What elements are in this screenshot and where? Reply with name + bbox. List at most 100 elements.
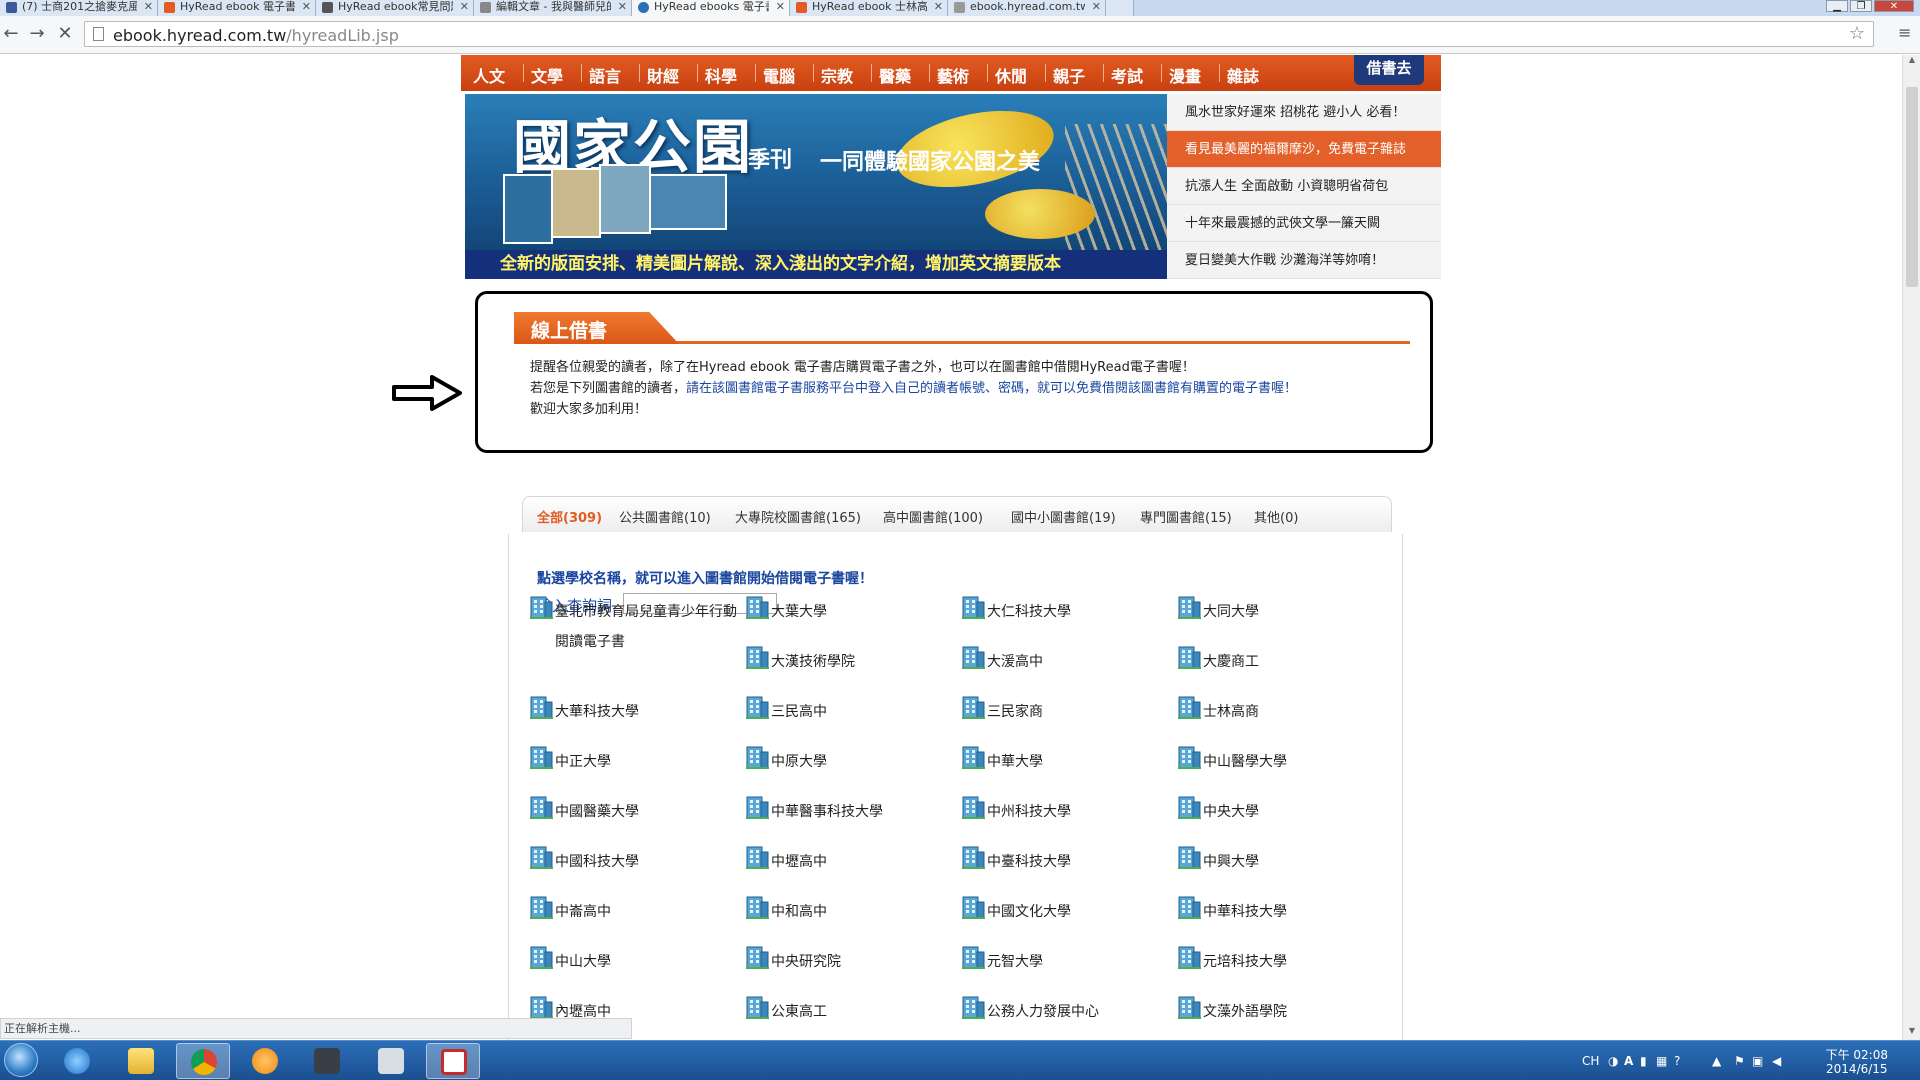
taskbar-app-active[interactable] <box>426 1043 480 1079</box>
library-item[interactable]: 中正大學 <box>528 743 738 779</box>
library-item[interactable]: 元智大學 <box>960 943 1170 979</box>
library-item[interactable]: 中華醫事科技大學 <box>744 793 954 829</box>
category-link[interactable]: 語言 <box>589 63 621 87</box>
taskbar-chrome[interactable] <box>176 1043 230 1079</box>
browser-tab[interactable]: HyRead ebook 士林高商 ✕ <box>790 0 948 16</box>
stop-loading-icon[interactable]: ✕ <box>54 24 76 46</box>
banner[interactable]: 國家公園 季刊 一同體驗國家公園之美 全新的版面安排、精美圖片解說、深入淺出的文… <box>465 94 1167 279</box>
library-item[interactable]: 中興大學 <box>1176 843 1386 879</box>
category-link[interactable]: 財經 <box>647 63 679 87</box>
browser-tab[interactable]: (7) 士商201之搶麥克風大 ✕ <box>0 0 158 16</box>
close-tab-icon[interactable]: ✕ <box>776 0 785 14</box>
category-link[interactable]: 親子 <box>1053 63 1085 87</box>
ime-pad-icon[interactable]: ▮ <box>1640 1055 1652 1067</box>
promo-link[interactable]: 風水世家好運來 招桃花 避小人 必看！ <box>1167 94 1441 131</box>
vertical-scrollbar[interactable]: ▲ ▼ <box>1902 55 1920 1040</box>
category-link[interactable]: 人文 <box>473 63 505 87</box>
library-item[interactable]: 中央大學 <box>1176 793 1386 829</box>
address-bar[interactable]: ebook.hyread.com.tw/hyreadLib.jsp ☆ <box>84 21 1874 47</box>
tab-special-library[interactable]: 專門圖書館(15) <box>1140 507 1232 526</box>
category-link[interactable]: 宗教 <box>821 63 853 87</box>
tab-other[interactable]: 其他(0) <box>1254 507 1298 526</box>
browser-tab[interactable]: HyRead ebook 電子書店 ✕ <box>158 0 316 16</box>
close-tab-icon[interactable]: ✕ <box>302 0 311 14</box>
taskbar-media-player[interactable] <box>238 1043 292 1079</box>
library-item[interactable]: 大華科技大學 <box>528 693 738 729</box>
library-item[interactable]: 大葉大學 <box>744 593 954 629</box>
browser-tab[interactable]: HyRead ebook常見問題 ✕ <box>316 0 474 16</box>
library-item[interactable]: 大同大學 <box>1176 593 1386 629</box>
taskbar-explorer[interactable] <box>114 1043 168 1079</box>
library-item[interactable]: 中國醫藥大學 <box>528 793 738 829</box>
new-tab-button[interactable] <box>1106 0 1134 16</box>
clock[interactable]: 下午 02:08 2014/6/15 <box>1826 1048 1888 1076</box>
scroll-up-icon[interactable]: ▲ <box>1903 55 1920 69</box>
restore-button[interactable]: ❐ <box>1850 0 1872 12</box>
promo-link-active[interactable]: 看見最美麗的福爾摩沙，免費電子雜誌 <box>1167 131 1441 168</box>
library-item[interactable]: 中央研究院 <box>744 943 954 979</box>
category-link[interactable]: 雜誌 <box>1227 63 1259 87</box>
volume-icon[interactable]: ◀ <box>1772 1055 1784 1067</box>
library-item[interactable]: 大慶商工 <box>1176 643 1386 679</box>
input-method-indicator[interactable]: CH <box>1582 1055 1602 1067</box>
tab-elementary-library[interactable]: 國中小圖書館(19) <box>1011 507 1116 526</box>
library-item[interactable]: 文藻外語學院 <box>1176 993 1386 1029</box>
library-item[interactable]: 臺北市教育局兒童青少年行動閱讀電子書 <box>528 593 738 650</box>
scroll-down-icon[interactable]: ▼ <box>1903 1026 1920 1040</box>
tab-public-library[interactable]: 公共圖書館(10) <box>619 507 711 526</box>
taskbar-keyboard[interactable] <box>300 1043 354 1079</box>
library-item[interactable]: 公務人力發展中心 <box>960 993 1170 1029</box>
browser-tab[interactable]: 編輯文章 - 我與醫師兒的 ✕ <box>474 0 632 16</box>
close-tab-icon[interactable]: ✕ <box>934 0 943 14</box>
tab-high-school-library[interactable]: 高中圖書館(100) <box>883 507 983 526</box>
category-link[interactable]: 電腦 <box>763 63 795 87</box>
library-item[interactable]: 中臺科技大學 <box>960 843 1170 879</box>
taskbar-app[interactable] <box>364 1043 418 1079</box>
library-item[interactable]: 中國科技大學 <box>528 843 738 879</box>
library-item[interactable]: 三民高中 <box>744 693 954 729</box>
close-tab-icon[interactable]: ✕ <box>460 0 469 14</box>
library-item[interactable]: 士林高商 <box>1176 693 1386 729</box>
category-link[interactable]: 休閒 <box>995 63 1027 87</box>
bookmark-star-icon[interactable]: ☆ <box>1849 23 1865 44</box>
category-link[interactable]: 科學 <box>705 63 737 87</box>
help-icon[interactable]: ? <box>1674 1055 1686 1067</box>
library-item[interactable]: 公東高工 <box>744 993 954 1029</box>
taskbar-ie[interactable] <box>50 1043 104 1079</box>
tab-all[interactable]: 全部(309) <box>537 507 602 526</box>
library-item[interactable]: 中華科技大學 <box>1176 893 1386 929</box>
library-item[interactable]: 三民家商 <box>960 693 1170 729</box>
browser-tab[interactable]: ebook.hyread.com.tw/r ✕ <box>948 0 1106 16</box>
forward-arrow-icon[interactable]: → <box>26 24 48 46</box>
flag-icon[interactable]: ⚑ <box>1734 1055 1746 1067</box>
menu-icon[interactable]: ≡ <box>1898 25 1914 41</box>
library-item[interactable]: 大仁科技大學 <box>960 593 1170 629</box>
library-item[interactable]: 元培科技大學 <box>1176 943 1386 979</box>
library-item[interactable]: 中和高中 <box>744 893 954 929</box>
promo-link[interactable]: 抗漲人生 全面啟動 小資聰明省荷包 <box>1167 168 1441 205</box>
scrollbar-thumb[interactable] <box>1906 87 1918 287</box>
close-tab-icon[interactable]: ✕ <box>618 0 627 14</box>
category-link[interactable]: 漫畫 <box>1169 63 1201 87</box>
library-item[interactable]: 中崙高中 <box>528 893 738 929</box>
library-item[interactable]: 中原大學 <box>744 743 954 779</box>
ime-letter-icon[interactable]: A <box>1624 1055 1636 1067</box>
show-hidden-icons[interactable]: ▲ <box>1712 1055 1724 1067</box>
network-icon[interactable]: ▣ <box>1752 1055 1764 1067</box>
ime-settings-icon[interactable]: ▦ <box>1656 1055 1668 1067</box>
borrow-books-button[interactable]: 借書去 <box>1354 55 1424 85</box>
library-item[interactable]: 中壢高中 <box>744 843 954 879</box>
library-item[interactable]: 大湲高中 <box>960 643 1170 679</box>
back-arrow-icon[interactable]: ← <box>0 24 22 46</box>
library-item[interactable]: 中華大學 <box>960 743 1170 779</box>
library-item[interactable]: 中國文化大學 <box>960 893 1170 929</box>
close-tab-icon[interactable]: ✕ <box>1092 0 1101 14</box>
promo-link[interactable]: 夏日變美大作戰 沙灘海洋等妳唷！ <box>1167 242 1441 279</box>
library-item[interactable]: 中山大學 <box>528 943 738 979</box>
close-tab-icon[interactable]: ✕ <box>144 0 153 14</box>
category-link[interactable]: 藝術 <box>937 63 969 87</box>
category-link[interactable]: 醫藥 <box>879 63 911 87</box>
promo-link[interactable]: 十年來最震撼的武俠文學一簾天闕 <box>1167 205 1441 242</box>
category-link[interactable]: 考試 <box>1111 63 1143 87</box>
library-item[interactable]: 中山醫學大學 <box>1176 743 1386 779</box>
